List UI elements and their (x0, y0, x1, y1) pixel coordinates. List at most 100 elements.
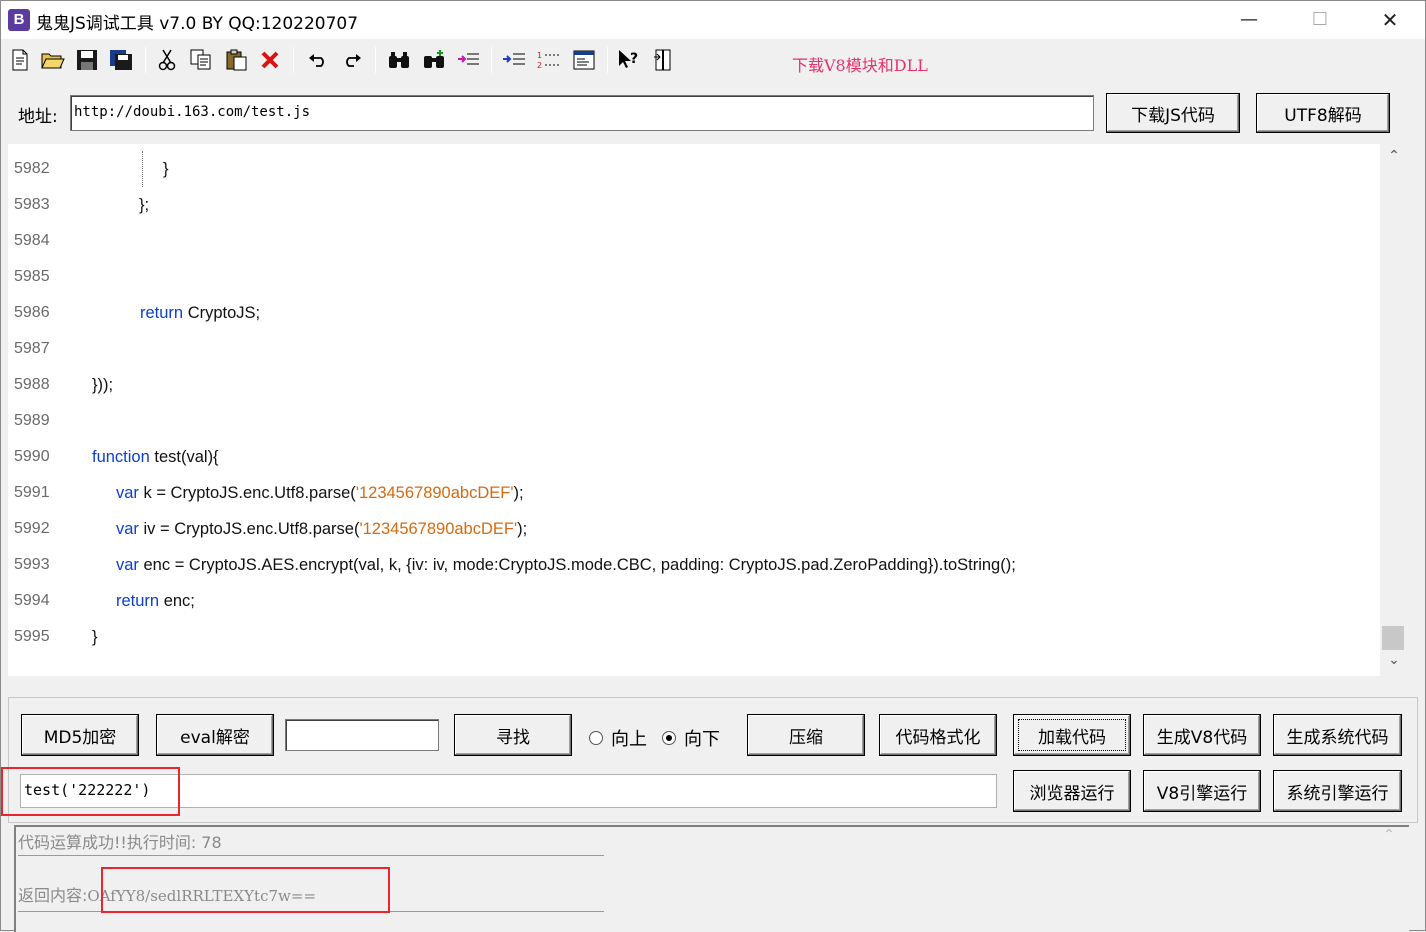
eval-decrypt-button[interactable]: eval解密 (156, 714, 274, 756)
line-number: 5982 (14, 160, 50, 177)
scroll-up-icon[interactable]: ⌃ (1380, 148, 1408, 168)
code-line[interactable]: 5993 var enc = CryptoJS.AES.encrypt(val, … (8, 547, 1380, 583)
code-token: } (92, 628, 98, 646)
result-scroll-up-icon[interactable]: ⌃ (1374, 827, 1404, 932)
address-input[interactable]: http://doubi.163.com/test.js (70, 95, 1094, 131)
undo-icon[interactable] (304, 47, 332, 73)
copy-icon[interactable] (187, 47, 215, 73)
code-token: CryptoJS; (183, 304, 261, 322)
code-token: ); (517, 520, 528, 538)
code-string: '1234567890abcDEF' (359, 520, 518, 538)
code-editor[interactable]: 5982} 5983}; 5984 5985 5986 return CryptoJS; 5… (8, 144, 1380, 676)
format-code-button[interactable]: 代码格式化 (879, 714, 997, 756)
download-v8-link[interactable]: 下载V8模块和DLL (792, 52, 928, 76)
replace-icon[interactable] (455, 47, 483, 73)
code-line[interactable]: 5982} (8, 151, 1380, 187)
save-icon[interactable] (73, 47, 101, 73)
highlight-box-command (1, 767, 180, 816)
code-string: '1234567890abcDEF' (355, 484, 514, 502)
help-pointer-icon[interactable]: ? (615, 47, 643, 73)
redo-icon[interactable] (338, 47, 366, 73)
delete-icon[interactable] (256, 47, 284, 73)
minimize-button[interactable]: — (1214, 1, 1284, 39)
editor-scrollbar[interactable]: ⌃ ⌄ (1380, 144, 1408, 676)
code-line[interactable]: 5984 (8, 223, 1380, 259)
code-text: var enc = CryptoJS.AES.encrypt(val, k, {… (116, 547, 1016, 583)
svg-text:2: 2 (537, 61, 542, 70)
code-line[interactable]: 5985 (8, 259, 1380, 295)
find-icon[interactable] (385, 47, 413, 73)
system-run-button[interactable]: 系统引擎运行 (1273, 770, 1402, 812)
code-line[interactable]: 5989 (8, 403, 1380, 439)
radio-up-dot[interactable] (589, 731, 603, 745)
find-button[interactable]: 寻找 (454, 714, 572, 756)
gen-system-code-button[interactable]: 生成系统代码 (1273, 714, 1402, 756)
window-title: 鬼鬼JS调试工具 v7.0 BY QQ:120220707 (36, 14, 359, 34)
code-token: } (163, 160, 169, 178)
radio-down[interactable]: 向下 (662, 725, 720, 751)
cut-icon[interactable] (153, 47, 181, 73)
radio-down-dot[interactable] (662, 731, 676, 745)
line-number: 5987 (14, 340, 50, 357)
paste-icon[interactable] (222, 47, 250, 73)
numbered-list-icon[interactable]: 12 (535, 47, 563, 73)
compress-button[interactable]: 压缩 (747, 714, 865, 756)
app-window: B 鬼鬼JS调试工具 v7.0 BY QQ:120220707 — ☐ ✕ 1 … (0, 0, 1426, 932)
find-input[interactable] (285, 719, 439, 751)
maximize-button[interactable]: ☐ (1285, 1, 1355, 39)
code-line[interactable]: 5988})); (8, 367, 1380, 403)
code-token: k = CryptoJS.enc.Utf8.parse( (138, 484, 356, 502)
status-line: 代码运算成功!!执行时间: 78 (18, 833, 222, 852)
code-keyword: return (116, 592, 160, 610)
code-token: })); (92, 376, 114, 394)
toolbar-separator (607, 47, 608, 73)
code-text: return CryptoJS; (140, 295, 260, 331)
code-token: iv = CryptoJS.enc.Utf8.parse( (138, 520, 360, 538)
code-line[interactable]: 5992 var iv = CryptoJS.enc.Utf8.parse('12… (8, 511, 1380, 547)
code-line[interactable]: 5987 (8, 331, 1380, 367)
radio-up[interactable]: 向上 (589, 725, 647, 751)
code-text: } (92, 619, 98, 655)
toolbar-separator (375, 47, 376, 73)
code-text: return enc; (116, 583, 195, 619)
utf8-decode-button[interactable]: UTF8解码 (1256, 93, 1390, 133)
code-line[interactable]: 5991 var k = CryptoJS.enc.Utf8.parse('123… (8, 475, 1380, 511)
code-line[interactable]: 5986 return CryptoJS; (8, 295, 1380, 331)
toolbar-separator (145, 47, 146, 73)
toolbar-separator (491, 47, 492, 73)
gen-v8-code-button[interactable]: 生成V8代码 (1143, 714, 1261, 756)
code-line[interactable]: 5990 function test(val){ (8, 439, 1380, 475)
line-number: 5985 (14, 268, 50, 285)
scroll-thumb[interactable] (1382, 626, 1404, 650)
column-icon[interactable] (649, 47, 677, 73)
code-token: enc; (159, 592, 195, 610)
svg-text:1: 1 (537, 51, 542, 60)
v8-run-button[interactable]: V8引擎运行 (1143, 770, 1261, 812)
new-file-icon[interactable] (6, 47, 34, 73)
code-token: test(val){ (149, 448, 219, 466)
download-js-button[interactable]: 下载JS代码 (1106, 93, 1240, 133)
line-number: 5991 (14, 484, 50, 501)
title-bar: B 鬼鬼JS调试工具 v7.0 BY QQ:120220707 — ☐ ✕ (1, 1, 1425, 39)
code-keyword: return (140, 304, 184, 322)
browser-run-button[interactable]: 浏览器运行 (1013, 770, 1131, 812)
address-panel: 地址: http://doubi.163.com/test.js 下载JS代码 … (8, 83, 1418, 141)
open-folder-icon[interactable] (39, 47, 67, 73)
code-line[interactable]: 5994 return enc; (8, 583, 1380, 619)
load-code-button[interactable]: 加载代码 (1013, 714, 1131, 756)
line-number: 5986 (14, 304, 50, 321)
code-line[interactable]: 5995} (8, 619, 1380, 655)
return-label: 返回内容: (18, 886, 88, 905)
window-icon[interactable] (570, 47, 598, 73)
line-number: 5993 (14, 556, 50, 573)
line-number: 5983 (14, 196, 50, 213)
indent-icon[interactable] (500, 47, 528, 73)
line-number: 5989 (14, 412, 50, 429)
find-next-icon[interactable] (420, 47, 448, 73)
save-all-icon[interactable] (107, 47, 135, 73)
scroll-down-icon[interactable]: ⌄ (1380, 652, 1408, 672)
close-button[interactable]: ✕ (1355, 1, 1425, 39)
line-number: 5994 (14, 592, 50, 609)
md5-encrypt-button[interactable]: MD5加密 (21, 714, 139, 756)
code-line[interactable]: 5983}; (8, 187, 1380, 223)
